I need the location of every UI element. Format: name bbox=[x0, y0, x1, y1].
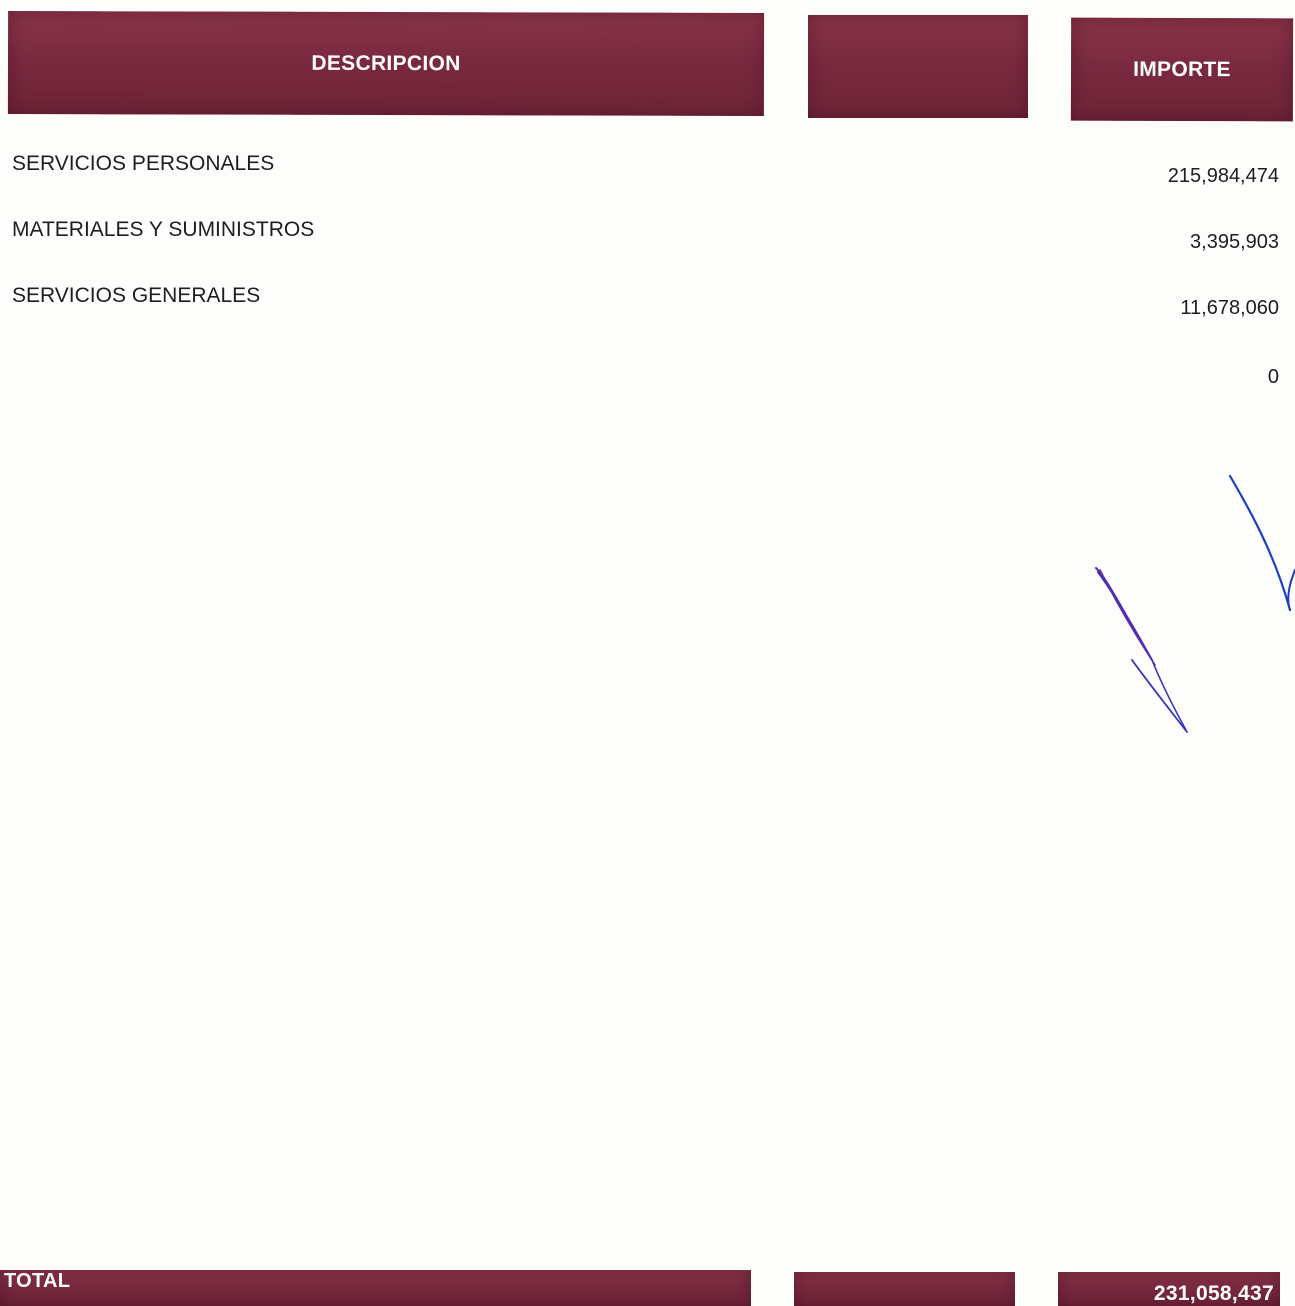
handwritten-signature bbox=[1095, 474, 1295, 733]
footer-middle-cell bbox=[794, 1272, 1015, 1306]
row-label-servicios-generales: SERVICIOS GENERALES bbox=[12, 284, 261, 307]
row-amount-zero: 0 bbox=[1267, 366, 1279, 388]
footer-amount-cell: 231,058,437 bbox=[1058, 1272, 1280, 1306]
header-description-cell: DESCRIPCION bbox=[7, 11, 765, 116]
header-middle-cell bbox=[808, 15, 1028, 118]
footer-total-label: TOTAL bbox=[4, 1270, 71, 1292]
header-description-label: DESCRIPCION bbox=[311, 51, 461, 75]
row-amount-servicios-personales: 215,984,474 bbox=[1167, 165, 1279, 187]
row-label-servicios-personales: SERVICIOS PERSONALES bbox=[12, 152, 275, 175]
row-amount-servicios-generales: 11,678,060 bbox=[1180, 297, 1279, 319]
footer-total-cell: TOTAL bbox=[0, 1270, 751, 1306]
header-amount-cell: IMPORTE bbox=[1070, 17, 1294, 122]
row-amount-materiales-y-suministros: 3,395,903 bbox=[1190, 231, 1279, 253]
header-amount-label: IMPORTE bbox=[1133, 57, 1231, 81]
row-label-materiales-y-suministros: MATERIALES Y SUMINISTROS bbox=[12, 218, 315, 241]
footer-total-amount: 231,058,437 bbox=[1153, 1282, 1274, 1305]
